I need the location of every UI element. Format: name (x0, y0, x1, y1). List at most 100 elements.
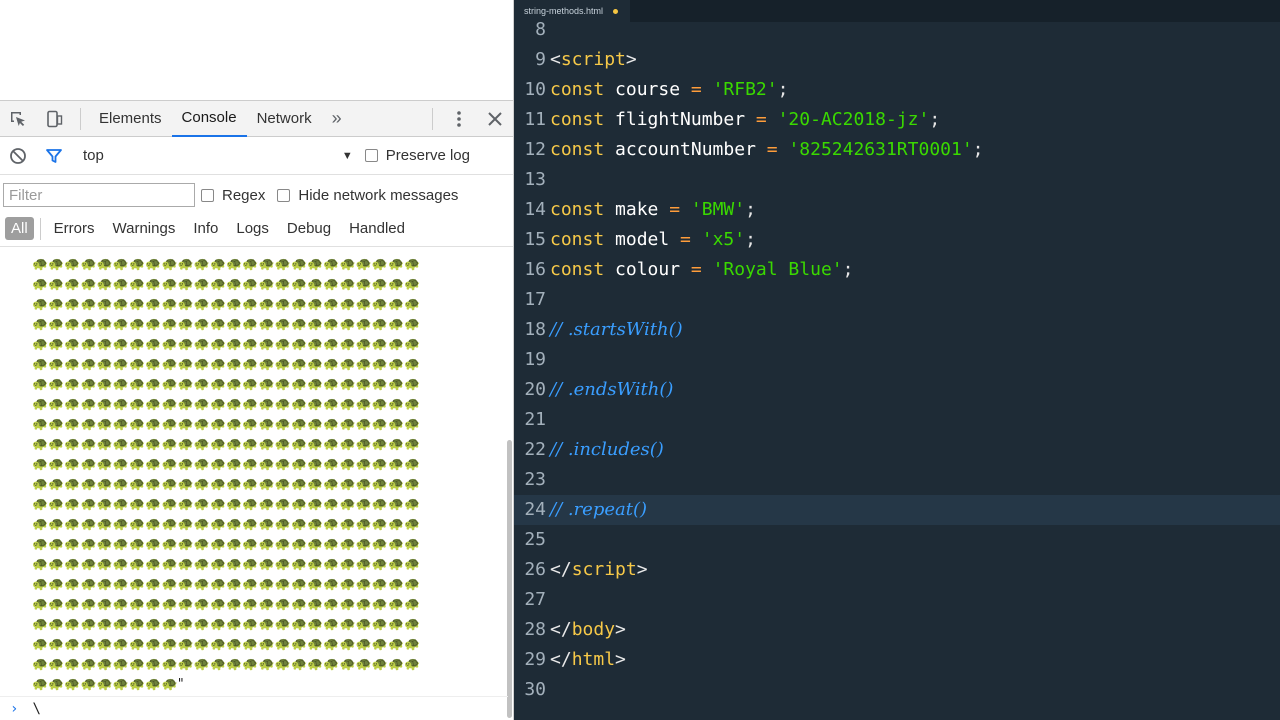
code-line[interactable]: 22// .includes() (514, 435, 1280, 465)
console-output-row: 🐢🐢🐢🐢🐢🐢🐢🐢🐢🐢🐢🐢🐢🐢🐢🐢🐢🐢🐢🐢🐢🐢🐢🐢 (32, 477, 421, 492)
code-token: = (755, 109, 767, 130)
code-line[interactable]: 18// .startsWith() (514, 315, 1280, 345)
code-token: accountNumber (604, 139, 767, 160)
console-output-row: 🐢🐢🐢🐢🐢🐢🐢🐢🐢🐢🐢🐢🐢🐢🐢🐢🐢🐢🐢🐢🐢🐢🐢🐢 (32, 637, 421, 652)
console-prompt[interactable]: › \ (0, 696, 508, 720)
preserve-log-checkbox[interactable] (364, 149, 378, 162)
console-log-message: 🐢🐢🐢🐢🐢🐢🐢🐢🐢🐢🐢🐢🐢🐢🐢🐢🐢🐢🐢🐢🐢🐢🐢🐢 🐢🐢🐢🐢🐢🐢🐢🐢🐢🐢🐢🐢🐢🐢🐢🐢… (32, 255, 472, 695)
code-line[interactable]: 17 (514, 285, 1280, 315)
context-selector[interactable]: top (83, 147, 104, 164)
line-number: 13 (524, 169, 546, 190)
code-line[interactable]: 30 (514, 675, 1280, 705)
close-icon[interactable] (477, 101, 513, 137)
code-line[interactable]: 26 </script> (514, 555, 1280, 585)
line-number: 29 (524, 649, 546, 670)
log-level-bar: All Errors Warnings Info Logs Debug Hand… (0, 211, 513, 247)
tab-network[interactable]: Network (247, 101, 322, 137)
tab-console[interactable]: Console (171, 101, 247, 137)
code-line[interactable]: 9 <script> (514, 45, 1280, 75)
line-number: 10 (524, 79, 546, 100)
code-token: = (690, 259, 702, 280)
code-line[interactable]: 8 (514, 15, 1280, 45)
regex-checkbox[interactable] (201, 188, 214, 202)
tab-elements[interactable]: Elements (89, 101, 172, 137)
code-token: // .repeat() (550, 499, 648, 520)
level-debug[interactable]: Debug (278, 220, 340, 237)
code-editor: string-methods.html 8 9 <script> 10 const co… (514, 0, 1280, 720)
line-number: 11 (524, 109, 546, 130)
chevron-down-icon[interactable]: ▼ (342, 150, 353, 162)
console-input[interactable]: \ (32, 701, 40, 717)
code-line[interactable]: 19 (514, 345, 1280, 375)
line-number: 9 (535, 49, 546, 70)
code-token: < (550, 49, 561, 70)
more-tabs-icon[interactable]: » (322, 108, 352, 129)
console-output-row: 🐢🐢🐢🐢🐢🐢🐢🐢🐢🐢🐢🐢🐢🐢🐢🐢🐢🐢🐢🐢🐢🐢🐢🐢 (32, 457, 421, 472)
hide-network-checkbox[interactable] (277, 188, 291, 202)
code-line[interactable]: 15 const model = 'x5'; (514, 225, 1280, 255)
line-number: 26 (524, 559, 546, 580)
line-number: 8 (535, 19, 546, 40)
filter-input[interactable] (3, 183, 195, 207)
console-filter-bar: Regex Hide network messages (0, 175, 513, 215)
string-end-quote: " (177, 677, 184, 692)
code-line[interactable]: 10 const course = 'RFB2'; (514, 75, 1280, 105)
code-token: > (615, 649, 626, 670)
code-line[interactable]: 21 (514, 405, 1280, 435)
line-number: 19 (524, 349, 546, 370)
level-warnings[interactable]: Warnings (104, 220, 185, 237)
code-line[interactable]: 11 const flightNumber = '20-AC2018-jz'; (514, 105, 1280, 135)
code-line[interactable]: 13 (514, 165, 1280, 195)
level-handled[interactable]: Handled (340, 220, 414, 237)
page-viewport[interactable] (0, 0, 513, 101)
code-line[interactable]: 20// .endsWith() (514, 375, 1280, 405)
console-output[interactable]: 🐢🐢🐢🐢🐢🐢🐢🐢🐢🐢🐢🐢🐢🐢🐢🐢🐢🐢🐢🐢🐢🐢🐢🐢 🐢🐢🐢🐢🐢🐢🐢🐢🐢🐢🐢🐢🐢🐢🐢🐢… (0, 249, 508, 696)
console-scrollbar[interactable] (507, 440, 512, 718)
console-output-row: 🐢🐢🐢🐢🐢🐢🐢🐢🐢🐢🐢🐢🐢🐢🐢🐢🐢🐢🐢🐢🐢🐢🐢🐢 (32, 337, 421, 352)
console-output-row: 🐢🐢🐢🐢🐢🐢🐢🐢🐢🐢🐢🐢🐢🐢🐢🐢🐢🐢🐢🐢🐢🐢🐢🐢 (32, 417, 421, 432)
code-line[interactable]: 29 </html> (514, 645, 1280, 675)
code-line[interactable]: 24// .repeat() (514, 495, 1280, 525)
console-output-row: 🐢🐢🐢🐢🐢🐢🐢🐢🐢🐢🐢🐢🐢🐢🐢🐢🐢🐢🐢🐢🐢🐢🐢🐢 (32, 437, 421, 452)
kebab-menu-icon[interactable] (441, 101, 477, 137)
line-number: 22 (524, 439, 546, 460)
code-token: 'Royal Blue' (712, 259, 843, 280)
console-output-row: 🐢🐢🐢🐢🐢🐢🐢🐢🐢🐢🐢🐢🐢🐢🐢🐢🐢🐢🐢🐢🐢🐢🐢🐢 (32, 357, 421, 372)
code-token: > (625, 49, 637, 70)
level-info[interactable]: Info (184, 220, 227, 237)
code-line[interactable]: 12 const accountNumber = '825242631RT0001… (514, 135, 1280, 165)
code-line[interactable]: 28 </body> (514, 615, 1280, 645)
code-token: ; (745, 199, 756, 220)
console-output-row: 🐢🐢🐢🐢🐢🐢🐢🐢🐢🐢🐢🐢🐢🐢🐢🐢🐢🐢🐢🐢🐢🐢🐢🐢 (32, 497, 421, 512)
code-token: ; (842, 259, 854, 280)
code-line[interactable]: 23 (514, 465, 1280, 495)
console-output-row: 🐢🐢🐢🐢🐢🐢🐢🐢🐢🐢🐢🐢🐢🐢🐢🐢🐢🐢🐢🐢🐢🐢🐢🐢 (32, 577, 421, 592)
code-area[interactable]: 8 9 <script> 10 const course = 'RFB2'; 11 cons… (514, 15, 1280, 705)
device-toolbar-icon[interactable] (36, 101, 72, 137)
inspect-element-icon[interactable] (0, 101, 36, 137)
unsaved-dot-icon[interactable] (613, 8, 619, 14)
line-number: 25 (524, 529, 546, 550)
code-line[interactable]: 25 (514, 525, 1280, 555)
line-number: 17 (524, 289, 546, 310)
level-errors[interactable]: Errors (45, 220, 104, 237)
hide-network-label: Hide network messages (298, 186, 459, 204)
clear-console-icon[interactable] (0, 138, 36, 174)
code-line[interactable]: 27 (514, 585, 1280, 615)
code-line[interactable]: 16 const colour = 'Royal Blue'; (514, 255, 1280, 285)
level-all[interactable]: All (5, 217, 34, 240)
code-token: script (560, 49, 626, 70)
level-logs[interactable]: Logs (227, 220, 278, 237)
code-token: 'RFB2' (712, 79, 778, 100)
code-token: </ (550, 649, 572, 670)
code-line[interactable]: 14 const make = 'BMW'; (514, 195, 1280, 225)
console-output-row: 🐢🐢🐢🐢🐢🐢🐢🐢🐢🐢🐢🐢🐢🐢🐢🐢🐢🐢🐢🐢🐢🐢🐢🐢 (32, 657, 421, 672)
code-token: html (571, 649, 616, 670)
line-number: 30 (524, 679, 546, 700)
code-token: > (615, 619, 626, 640)
console-output-row: 🐢🐢🐢🐢🐢🐢🐢🐢🐢🐢🐢🐢🐢🐢🐢🐢🐢🐢🐢🐢🐢🐢🐢🐢 (32, 617, 421, 632)
filter-icon[interactable] (36, 138, 72, 174)
line-number: 20 (524, 379, 546, 400)
